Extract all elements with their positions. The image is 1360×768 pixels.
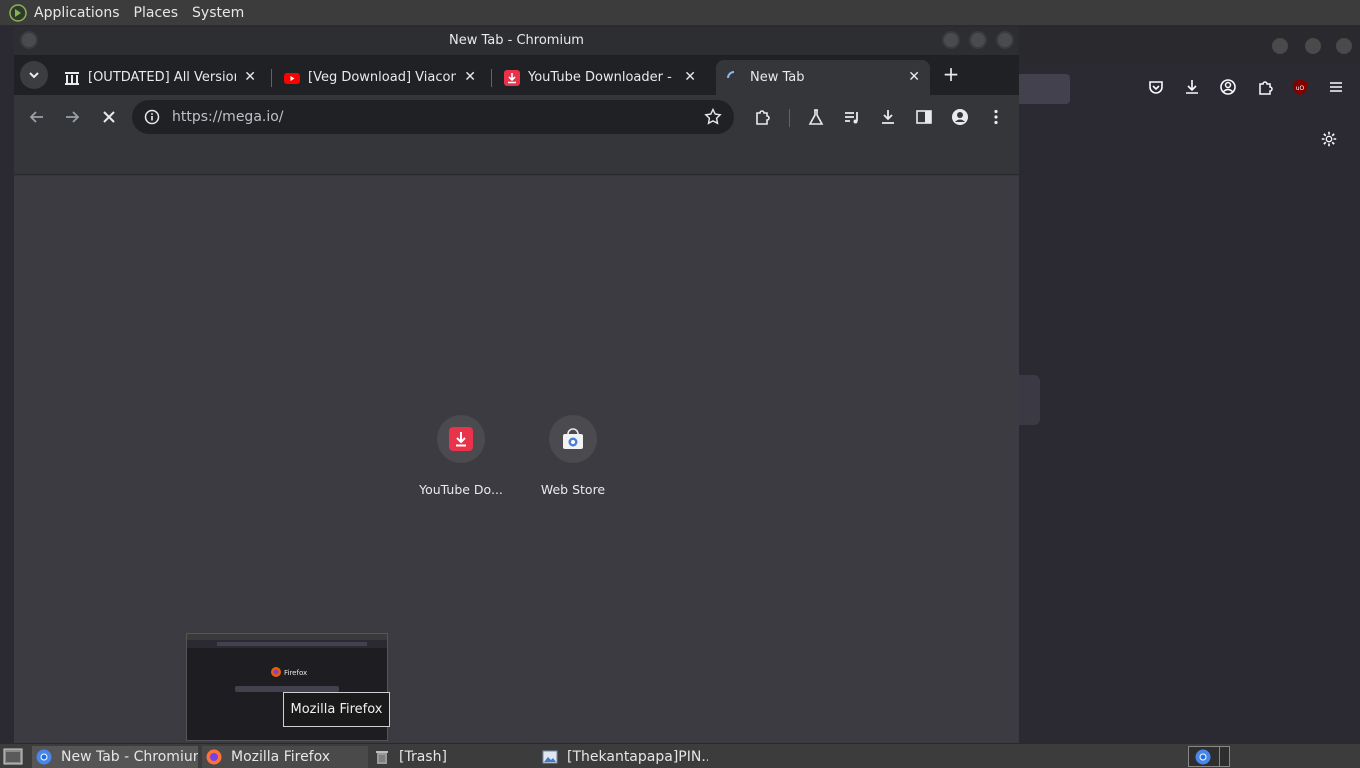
shortcut-web-store[interactable]: Web Store <box>517 415 629 497</box>
menu-logo-icon[interactable] <box>9 3 27 22</box>
firefox-url-bar[interactable] <box>1018 74 1070 104</box>
tab-label: YouTube Downloader - Do <box>528 70 676 85</box>
chromium-window[interactable]: New Tab - Chromium [OUTDATED] All Versio… <box>14 27 1019 743</box>
more-menu-icon[interactable] <box>986 107 1006 127</box>
chromium-tray-icon <box>1195 749 1211 765</box>
media-controls-icon[interactable] <box>842 107 862 127</box>
youtube-downloader-icon <box>449 427 473 451</box>
firefox-account-icon[interactable] <box>1217 76 1239 98</box>
shortcut-icon-circle <box>549 415 597 463</box>
gear-icon[interactable] <box>1320 130 1338 148</box>
profile-icon[interactable] <box>950 107 970 127</box>
bottom-taskbar: New Tab - Chromium Mozilla Firefox [Tras… <box>0 743 1360 768</box>
firefox-window[interactable]: uO <box>1018 25 1360 743</box>
ublock-origin-icon[interactable]: uO <box>1289 76 1311 98</box>
firefox-close-button[interactable] <box>1336 38 1352 54</box>
firefox-content-area <box>1018 111 1360 743</box>
tab-veg-download[interactable]: [Veg Download] Viacom I ✕ <box>274 60 486 95</box>
address-bar[interactable]: https://mega.io/ <box>132 100 734 134</box>
youtube-icon <box>284 72 300 84</box>
loading-spinner-icon <box>727 70 735 78</box>
shortcut-label: YouTube Do... <box>419 482 503 497</box>
image-viewer-icon <box>542 750 558 764</box>
firefox-icon <box>206 749 222 765</box>
maximize-button[interactable] <box>969 31 987 49</box>
chevron-down-icon <box>29 72 39 79</box>
url-text: https://mega.io/ <box>172 109 284 125</box>
svg-text:uO: uO <box>1296 85 1305 92</box>
firefox-side-handle[interactable] <box>1018 375 1040 425</box>
window-title: New Tab - Chromium <box>449 33 584 48</box>
tab-outdated-versions[interactable]: [OUTDATED] All Versions ✕ <box>54 60 266 95</box>
web-store-icon <box>563 428 583 449</box>
downloads-icon[interactable] <box>878 107 898 127</box>
close-icon[interactable]: ✕ <box>908 69 920 85</box>
new-tab-button[interactable]: + <box>939 63 963 87</box>
taskbar-tooltip: Mozilla Firefox <box>283 692 390 727</box>
tab-separator <box>491 69 492 87</box>
firefox-menu-icon[interactable] <box>1325 76 1347 98</box>
close-window-button[interactable] <box>996 31 1014 49</box>
firefox-downloads-icon[interactable] <box>1181 76 1203 98</box>
applications-menu[interactable]: Applications <box>34 5 120 21</box>
bookmark-star-icon[interactable] <box>704 108 722 126</box>
close-icon[interactable]: ✕ <box>464 69 476 85</box>
back-icon[interactable] <box>27 107 47 127</box>
toolbar-divider <box>789 109 790 127</box>
firefox-maximize-button[interactable] <box>1305 38 1321 54</box>
firefox-extensions-icon[interactable] <box>1254 76 1276 98</box>
bookmark-bar <box>14 139 1019 175</box>
side-panel-icon[interactable] <box>914 107 934 127</box>
chromium-titlebar: New Tab - Chromium <box>14 27 1019 55</box>
shortcut-icon-circle <box>437 415 485 463</box>
tab-search-button[interactable] <box>20 61 48 89</box>
shortcut-youtube-downloader[interactable]: YouTube Do... <box>405 415 517 497</box>
download-icon <box>504 69 520 86</box>
chromium-icon <box>36 749 52 765</box>
task-label: New Tab - Chromium <box>61 749 198 765</box>
task-label: [Thekantapapa]PIN... <box>567 749 708 765</box>
places-menu[interactable]: Places <box>134 5 179 21</box>
system-menu[interactable]: System <box>192 5 244 21</box>
firefox-minimize-button[interactable] <box>1272 38 1288 54</box>
show-desktop-icon[interactable] <box>3 748 23 765</box>
trash-icon <box>376 751 388 764</box>
minimize-button[interactable] <box>942 31 960 49</box>
task-image-viewer[interactable]: [Thekantapapa]PIN... <box>538 746 708 768</box>
workspace-divider <box>1219 747 1220 766</box>
archive-icon <box>65 71 79 85</box>
task-trash[interactable]: [Trash] <box>370 746 536 768</box>
forward-icon[interactable] <box>62 107 82 127</box>
close-icon[interactable]: ✕ <box>684 69 696 85</box>
tab-label: [OUTDATED] All Versions <box>88 70 236 85</box>
new-tab-page: YouTube Do... Web Store <box>14 176 1019 743</box>
labs-flask-icon[interactable] <box>806 107 826 127</box>
stop-loading-icon[interactable] <box>99 107 119 127</box>
tab-label: [Veg Download] Viacom I <box>308 70 456 85</box>
task-label: [Trash] <box>399 749 447 765</box>
top-panel: Applications Places System <box>0 0 1360 25</box>
site-info-icon[interactable] <box>144 109 160 125</box>
chromium-toolbar: https://mega.io/ <box>14 95 1019 139</box>
tab-youtube-downloader[interactable]: YouTube Downloader - Do ✕ <box>494 60 706 95</box>
task-label: Mozilla Firefox <box>231 749 331 765</box>
task-firefox[interactable]: Mozilla Firefox <box>202 746 368 768</box>
extensions-icon[interactable] <box>753 107 773 127</box>
close-icon[interactable]: ✕ <box>244 69 256 85</box>
preview-firefox-label: Firefox <box>284 669 307 677</box>
pocket-icon[interactable] <box>1145 76 1167 98</box>
tab-separator <box>271 69 272 87</box>
tab-label: New Tab <box>750 70 805 85</box>
shortcut-label: Web Store <box>540 482 606 497</box>
task-chromium[interactable]: New Tab - Chromium <box>32 746 198 768</box>
tab-new-tab[interactable]: New Tab ✕ <box>716 60 930 95</box>
firefox-titlebar <box>1018 25 1360 65</box>
workspace-switcher[interactable] <box>1188 746 1230 767</box>
